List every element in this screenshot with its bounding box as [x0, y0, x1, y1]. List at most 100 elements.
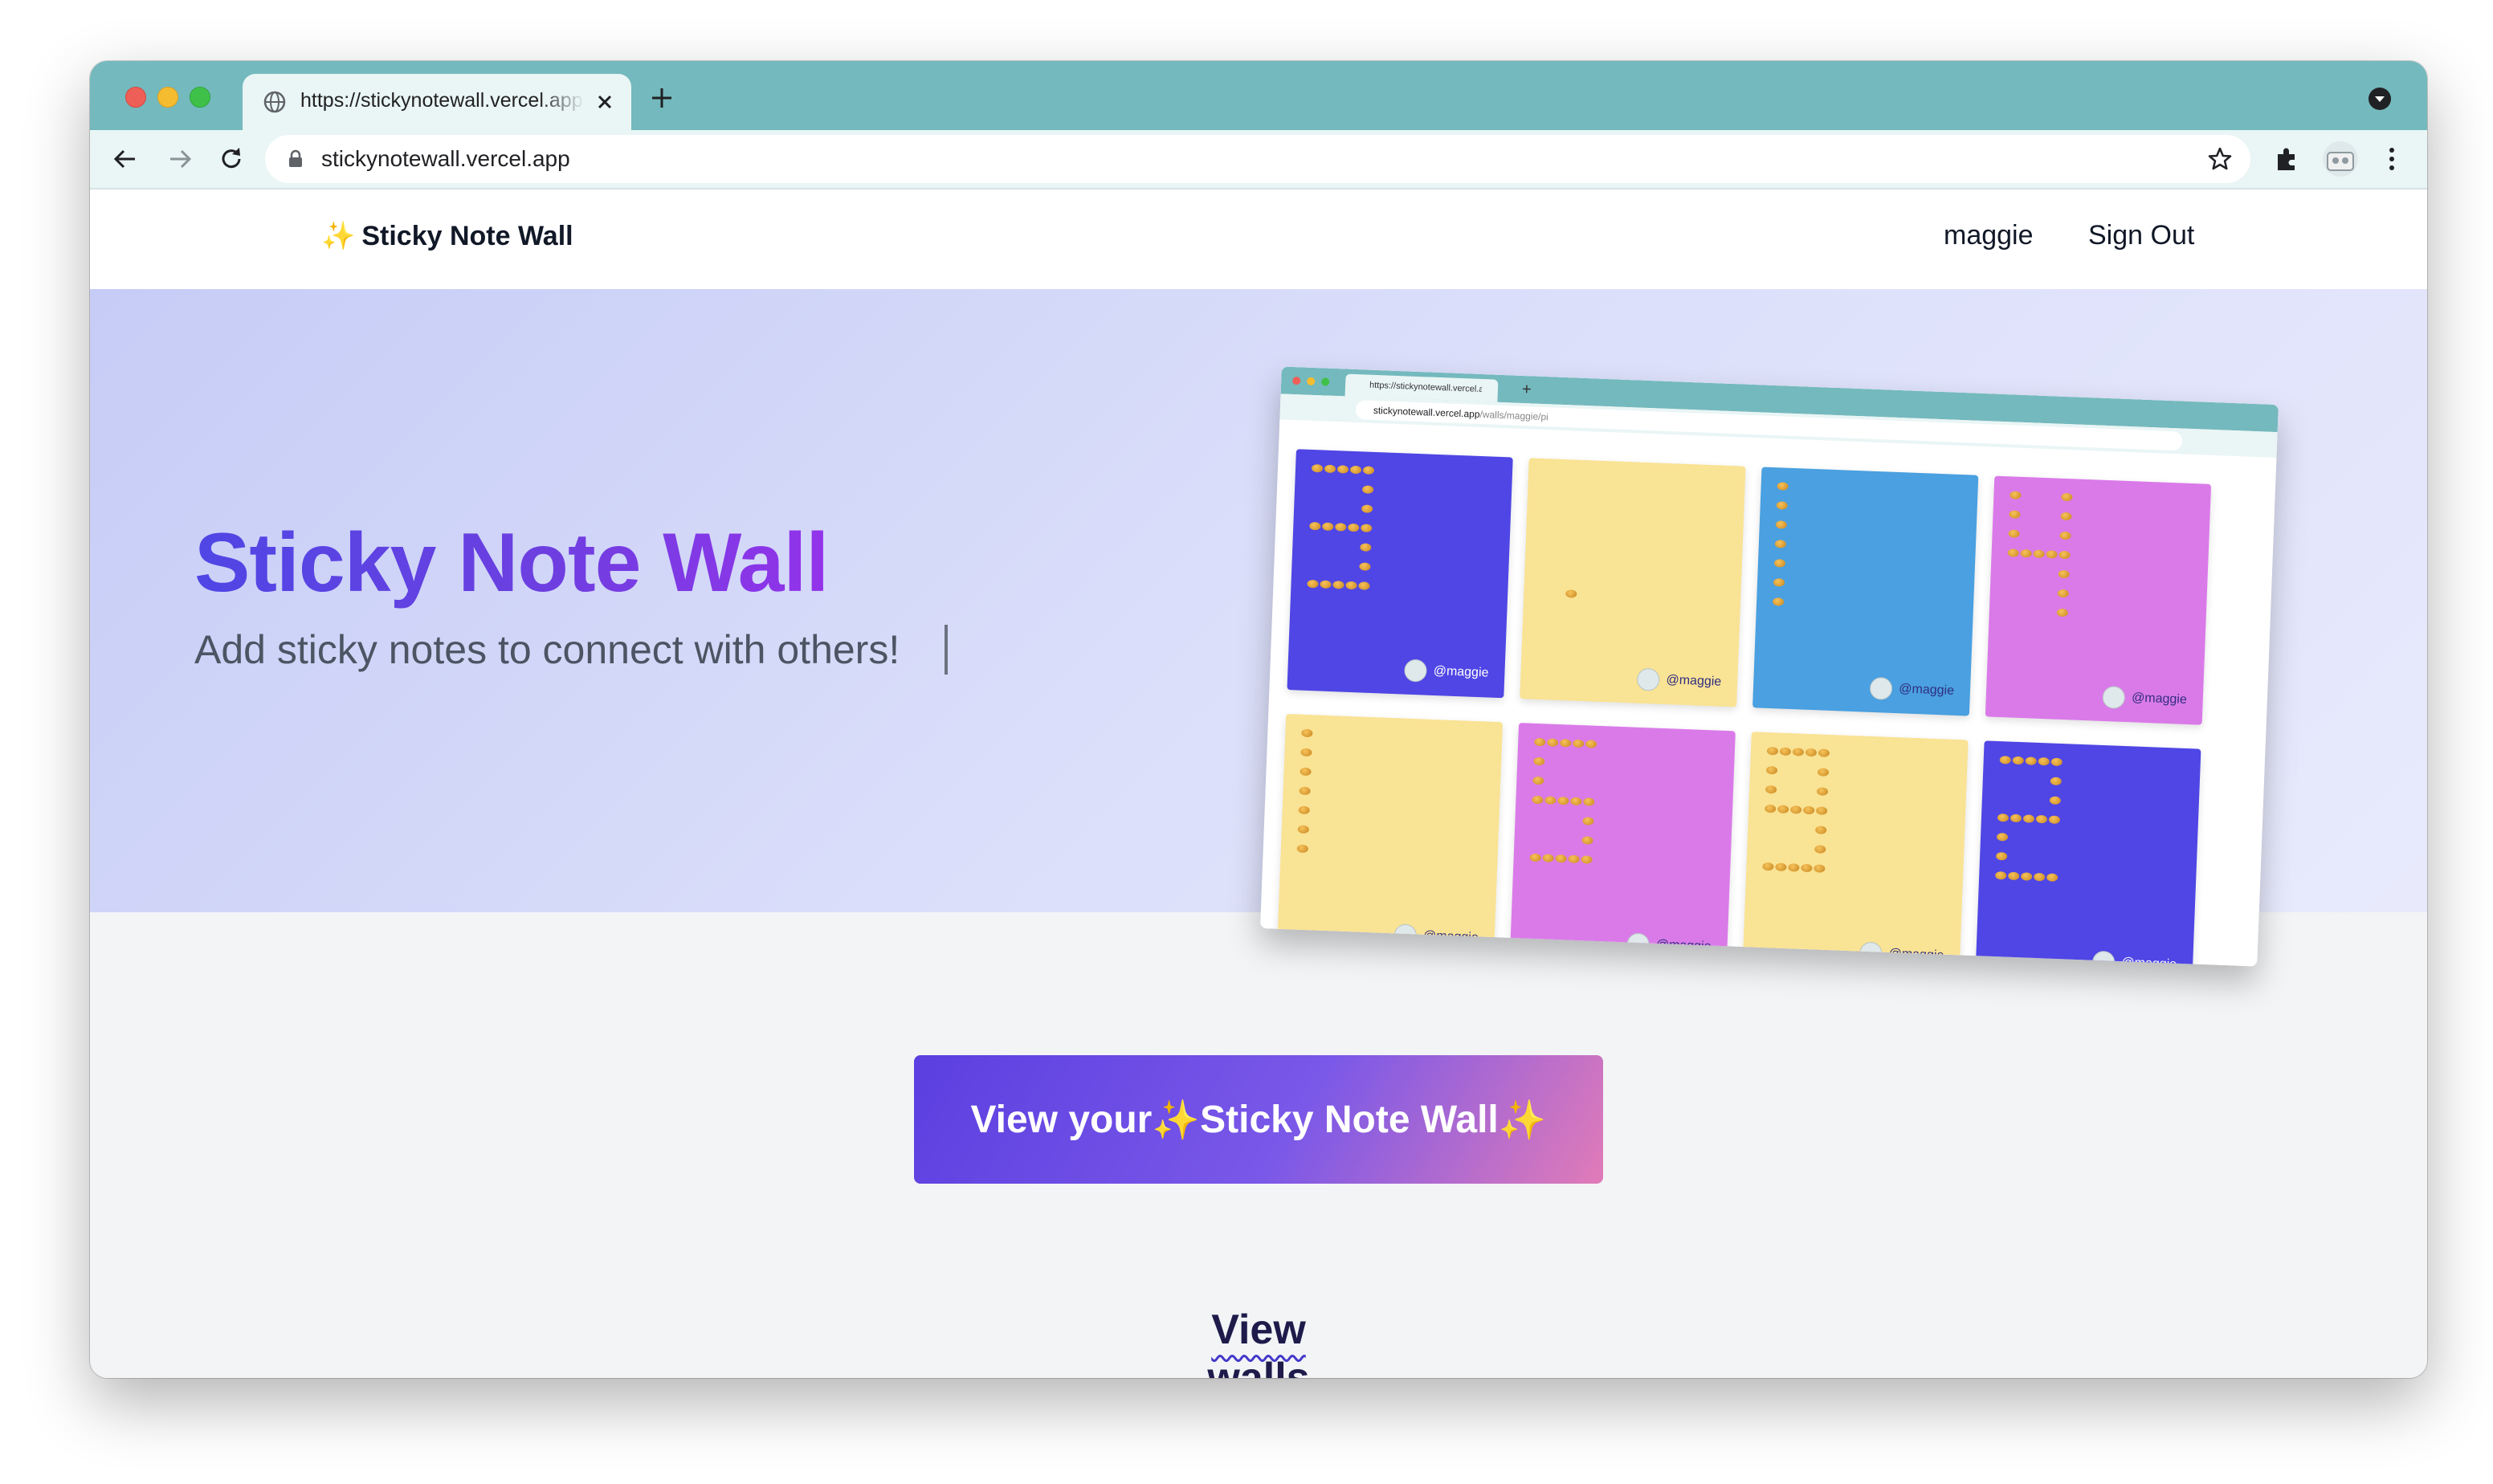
sticky-note: @maggie	[1520, 458, 1746, 707]
cookie-dot-icon	[2038, 756, 2050, 766]
cookie-dot-icon	[2046, 873, 2058, 882]
reload-icon[interactable]	[215, 143, 247, 175]
cookie-dot-icon	[1583, 797, 1595, 806]
close-tab-icon[interactable]	[590, 87, 620, 117]
cookie-dot-icon	[1565, 589, 1577, 598]
site-navbar: ✨ Sticky Note Wall maggie Sign Out	[90, 190, 2427, 289]
extensions-puzzle-icon[interactable]	[2271, 143, 2303, 175]
cookie-dot-icon	[1999, 756, 2011, 764]
minimize-window-button[interactable]	[157, 87, 178, 108]
note-author-handle: @maggie	[1888, 946, 1944, 963]
sparkles-icon: ✨	[321, 221, 356, 251]
new-tab-icon[interactable]	[647, 84, 676, 112]
brand-link[interactable]: ✨ Sticky Note Wall	[321, 220, 573, 252]
note-author-handle: @maggie	[1433, 663, 1489, 680]
cookie-dot-icon	[1997, 813, 2009, 822]
cookie-dot-icon	[1559, 739, 1572, 748]
tab-strip: https://stickynotewall.vercel.app	[90, 61, 2427, 130]
cookie-dot-icon	[1348, 523, 1360, 532]
cookie-dot-icon	[2059, 531, 2071, 540]
sticky-note: @maggie	[1985, 475, 2212, 725]
maximize-window-button[interactable]	[190, 87, 210, 108]
address-bar[interactable]: stickynotewall.vercel.app	[265, 135, 2250, 183]
cookie-dot-icon	[2008, 871, 2020, 881]
cookie-dot-icon	[1816, 787, 1829, 796]
view-wall-button[interactable]: View your ✨ Sticky Note Wall ✨	[914, 1055, 1603, 1184]
cookie-dot-icon	[1532, 776, 1544, 785]
cookie-dot-icon	[2050, 757, 2063, 767]
cookie-dot-icon	[1570, 797, 1582, 806]
sticky-note: @maggie	[1287, 449, 1513, 699]
cookie-dot-icon	[1299, 786, 1311, 796]
preview-note-grid: @maggie @maggie @maggie @maggie @maggie @magg…	[1260, 438, 2276, 967]
cookie-dot-icon	[1324, 464, 1336, 474]
cookie-dot-icon	[1581, 836, 1593, 845]
cookie-dot-icon	[2007, 548, 2019, 557]
cookie-dot-icon	[1557, 797, 1569, 805]
cookie-dot-icon	[1336, 465, 1349, 474]
sparkles-icon: ✨	[1498, 1099, 1547, 1142]
cookie-dot-icon	[2061, 492, 2073, 502]
back-arrow-icon[interactable]	[109, 143, 141, 175]
forward-arrow-icon[interactable]	[164, 143, 196, 175]
avatar	[1869, 676, 1893, 700]
cookie-dot-icon	[1765, 804, 1777, 813]
cookie-dot-icon	[2046, 550, 2058, 559]
wall-preview-screenshot: https://stickynotewall.vercel.app + stic…	[1260, 366, 2279, 967]
brand-name: Sticky Note Wall	[361, 221, 573, 251]
profile-avatar[interactable]	[2323, 141, 2358, 177]
cookie-dot-icon	[1533, 737, 1546, 747]
hero-title: Sticky Note Wall	[194, 516, 829, 610]
cookie-dot-icon	[1297, 825, 1309, 834]
bookmark-star-icon[interactable]	[2205, 145, 2234, 173]
sticky-note: @maggie	[1975, 740, 2201, 967]
sticky-note: @maggie	[1509, 723, 1736, 967]
cookie-dot-icon	[1301, 728, 1313, 738]
username-link[interactable]: maggie	[1944, 220, 2034, 251]
lock-icon	[289, 149, 302, 167]
cookie-dot-icon	[1322, 522, 1334, 532]
cookie-dot-icon	[1320, 580, 1332, 589]
cookie-dot-icon	[1789, 805, 1802, 814]
cta-prefix: View your	[970, 1098, 1153, 1141]
cookie-dot-icon	[1817, 768, 1830, 777]
cookie-dot-icon	[2057, 589, 2069, 598]
cookie-dot-icon	[2033, 549, 2045, 559]
preview-new-tab-icon: +	[1521, 380, 1532, 399]
cookie-dot-icon	[1544, 796, 1557, 805]
cookie-dot-icon	[2060, 512, 2072, 521]
sticky-note: @maggie	[1752, 467, 1979, 716]
cookie-dot-icon	[1815, 806, 1828, 815]
cookie-dot-icon	[1773, 578, 1785, 587]
note-author: @maggie	[1859, 941, 1944, 967]
hero-section: Sticky Note Wall Add sticky notes to con…	[90, 289, 2427, 967]
browser-window: https://stickynotewall.vercel.app sticky…	[90, 61, 2427, 1378]
cookie-dot-icon	[1772, 597, 1785, 606]
note-author: @maggie	[1626, 932, 1712, 958]
cookie-dot-icon	[1779, 747, 1792, 756]
avatar	[1626, 932, 1650, 956]
cookie-dot-icon	[1777, 482, 1789, 491]
cookie-dot-icon	[1309, 521, 1321, 531]
note-author: @maggie	[1637, 667, 1722, 694]
note-author: @maggie	[1869, 676, 1955, 703]
cookie-dot-icon	[1298, 805, 1310, 815]
sign-out-link[interactable]: Sign Out	[2088, 220, 2194, 251]
cookie-dot-icon	[2009, 491, 2022, 499]
note-author: @maggie	[1393, 923, 1479, 949]
tab-search-icon[interactable]	[2368, 87, 2392, 111]
browser-toolbar: stickynotewall.vercel.app	[90, 130, 2427, 190]
browser-tab[interactable]: https://stickynotewall.vercel.app	[243, 74, 631, 130]
sticky-note: @maggie	[1276, 713, 1504, 964]
cookie-dot-icon	[1818, 748, 1830, 757]
more-menu-icon[interactable]	[2376, 143, 2408, 175]
cookie-dot-icon	[1995, 852, 2008, 861]
cta-label: Sticky Note Wall	[1200, 1098, 1499, 1141]
close-window-button[interactable]	[125, 87, 146, 108]
cookie-dot-icon	[2012, 756, 2024, 765]
typing-caret	[945, 625, 948, 675]
cookie-dot-icon	[1332, 581, 1344, 589]
cookie-dot-icon	[1359, 562, 1371, 571]
cookie-dot-icon	[1307, 579, 1319, 589]
note-author-handle: @maggie	[1422, 928, 1479, 945]
